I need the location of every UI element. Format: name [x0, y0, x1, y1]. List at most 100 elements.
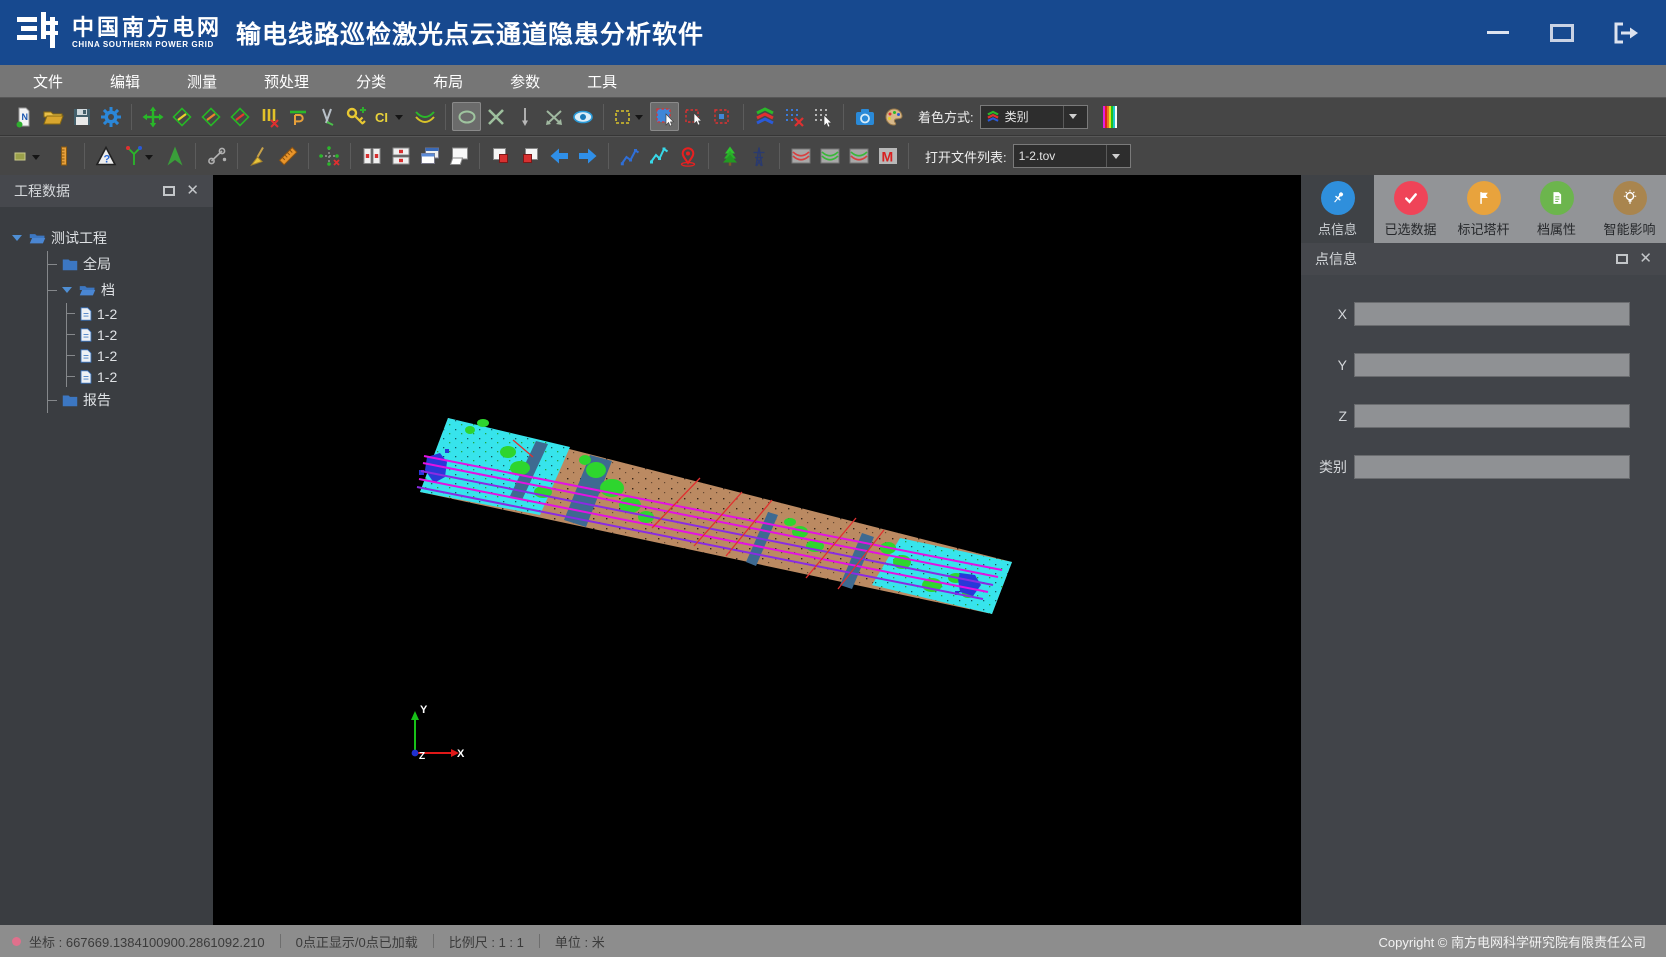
palette-icon[interactable]: [879, 102, 908, 131]
axis-gizmo: Y X Z: [411, 704, 465, 762]
ci-dropdown-icon[interactable]: CI: [370, 102, 410, 131]
ruler-diagonal-icon[interactable]: [273, 142, 302, 171]
menu-classify[interactable]: 分类: [356, 71, 386, 92]
rect-select-dropdown-icon[interactable]: [610, 102, 650, 131]
cross-delete-icon[interactable]: [481, 102, 510, 131]
maximize-button[interactable]: [1548, 21, 1576, 45]
field-class-input[interactable]: [1354, 455, 1630, 479]
exit-button[interactable]: [1612, 21, 1640, 45]
folder-icon: [62, 394, 78, 407]
expander-icon[interactable]: [62, 287, 72, 293]
span-mixed-icon[interactable]: [844, 142, 873, 171]
tree-node-file[interactable]: 1-2: [67, 303, 213, 324]
window-prev-icon[interactable]: [486, 142, 515, 171]
clip-diamond-yellow-icon[interactable]: [167, 102, 196, 131]
panel-float-icon[interactable]: [1616, 254, 1628, 264]
expander-icon[interactable]: [12, 235, 22, 241]
colorbar-icon[interactable]: [1096, 102, 1125, 131]
field-x-label: X: [1301, 306, 1347, 322]
profile-lines-icon[interactable]: [254, 102, 283, 131]
vector-branch-dropdown-icon[interactable]: [120, 142, 160, 171]
location-pin-icon[interactable]: [673, 142, 702, 171]
new-window-icon[interactable]: [444, 142, 473, 171]
select-active-icon[interactable]: [650, 102, 679, 131]
grid-delete-icon[interactable]: [779, 102, 808, 131]
settings-gear-icon[interactable]: [96, 102, 125, 131]
tab-span-properties[interactable]: 档属性: [1520, 175, 1593, 243]
viewport-3d[interactable]: Y X Z: [213, 175, 1301, 925]
arrow-right-icon[interactable]: [573, 142, 602, 171]
ground-filter-icon[interactable]: [283, 102, 312, 131]
project-data-panel: 工程数据 ✕ 测试工程 全局: [0, 175, 213, 925]
camera-icon[interactable]: [850, 102, 879, 131]
caliper-icon[interactable]: [312, 102, 341, 131]
select-dashed-small-icon[interactable]: [708, 102, 737, 131]
circle-select-icon[interactable]: [452, 102, 481, 131]
plumb-icon[interactable]: [510, 102, 539, 131]
select-dashed-red-icon[interactable]: [679, 102, 708, 131]
tree-node-label: 1-2: [97, 327, 117, 343]
save-icon[interactable]: [67, 102, 96, 131]
measure-m-icon[interactable]: M: [873, 142, 902, 171]
swap-icon[interactable]: [539, 102, 568, 131]
polyline-cyan-icon[interactable]: [644, 142, 673, 171]
clip-diamond-red-icon[interactable]: [225, 102, 254, 131]
tree-icon[interactable]: [715, 142, 744, 171]
ruler-vertical-icon[interactable]: [49, 142, 78, 171]
span-green-icon[interactable]: [815, 142, 844, 171]
key-icon[interactable]: [341, 102, 370, 131]
polyline-blue-icon[interactable]: [615, 142, 644, 171]
menu-file[interactable]: 文件: [33, 71, 63, 92]
panel-close-icon[interactable]: ✕: [186, 186, 199, 196]
file-list-select[interactable]: 1-2.tov: [1013, 144, 1131, 168]
tab-smart-impact[interactable]: 智能影响: [1593, 175, 1666, 243]
menu-params[interactable]: 参数: [510, 71, 540, 92]
point-size-dropdown-icon[interactable]: [9, 142, 49, 171]
menu-tools[interactable]: 工具: [587, 71, 617, 92]
field-x-input[interactable]: [1354, 302, 1630, 326]
tree-node-file[interactable]: 1-2: [67, 345, 213, 366]
catenary-icon[interactable]: [410, 102, 439, 131]
field-z-input[interactable]: [1354, 404, 1630, 428]
field-y-input[interactable]: [1354, 353, 1630, 377]
open-folder-icon[interactable]: [38, 102, 67, 131]
warning-triangle-icon[interactable]: ?: [91, 142, 120, 171]
new-file-icon[interactable]: N: [9, 102, 38, 131]
menu-preprocess[interactable]: 预处理: [264, 71, 309, 92]
coloring-mode-select[interactable]: 类别: [980, 105, 1088, 129]
panel-close-icon[interactable]: ✕: [1639, 254, 1652, 264]
split-horizontal-icon[interactable]: [386, 142, 415, 171]
arrow-left-icon[interactable]: [544, 142, 573, 171]
north-arrow-icon[interactable]: [160, 142, 189, 171]
panel-float-icon[interactable]: [163, 186, 175, 196]
tab-point-info[interactable]: 点信息: [1301, 175, 1374, 243]
broom-icon[interactable]: [244, 142, 273, 171]
tree-node-report[interactable]: 报告: [48, 387, 213, 413]
split-vertical-icon[interactable]: [357, 142, 386, 171]
class-layers-mini-icon: [986, 110, 1000, 124]
menu-measure[interactable]: 测量: [187, 71, 217, 92]
tower-icon[interactable]: [744, 142, 773, 171]
menu-edit[interactable]: 编辑: [110, 71, 140, 92]
tree-node-spans[interactable]: 档: [48, 277, 213, 303]
minimize-button[interactable]: [1484, 21, 1512, 45]
tab-mark-tower[interactable]: 标记塔杆: [1447, 175, 1520, 243]
window-next-icon[interactable]: [515, 142, 544, 171]
check-icon: [1401, 188, 1421, 208]
class-layers-icon[interactable]: [750, 102, 779, 131]
tree-node-global[interactable]: 全局: [48, 251, 213, 277]
node-link-icon[interactable]: [202, 142, 231, 171]
menu-layout[interactable]: 布局: [433, 71, 463, 92]
grid-cursor-icon[interactable]: [808, 102, 837, 131]
section-cross-icon[interactable]: [315, 142, 344, 171]
tree-node-file[interactable]: 1-2: [67, 366, 213, 387]
status-scale: 比例尺 : 1 : 1: [449, 932, 524, 951]
clip-diamond-orange-icon[interactable]: [196, 102, 225, 131]
tree-node-file[interactable]: 1-2: [67, 324, 213, 345]
tree-node-project[interactable]: 测试工程: [12, 225, 213, 251]
move-icon[interactable]: [138, 102, 167, 131]
tab-selected-data[interactable]: 已选数据: [1374, 175, 1447, 243]
eye-icon[interactable]: [568, 102, 597, 131]
cascade-windows-icon[interactable]: [415, 142, 444, 171]
span-red-icon[interactable]: [786, 142, 815, 171]
